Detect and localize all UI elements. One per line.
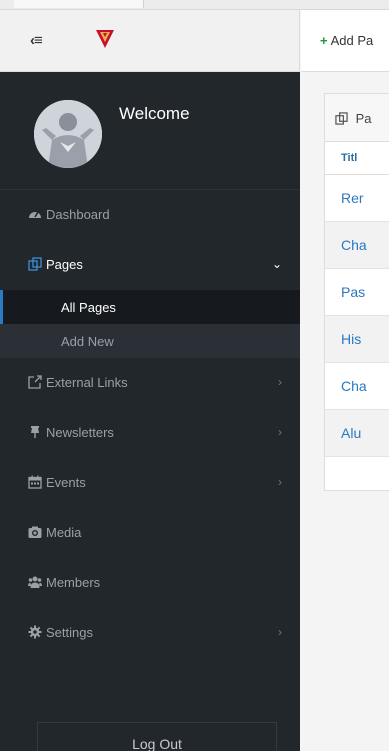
sidebar-item-label: External Links bbox=[46, 375, 128, 390]
logout-button[interactable]: Log Out bbox=[37, 722, 277, 751]
avatar[interactable] bbox=[34, 100, 102, 168]
submenu-item-label: Add New bbox=[61, 334, 114, 349]
sidebar-item-media[interactable]: Media bbox=[0, 508, 300, 558]
external-link-icon bbox=[28, 375, 42, 389]
sidebar: Welcome Dashboard Pages ⌄ All Pages Add … bbox=[0, 72, 300, 751]
sidebar-item-label: Newsletters bbox=[46, 425, 114, 440]
sidebar-item-label: Media bbox=[46, 525, 82, 540]
panel-heading: Pa bbox=[325, 94, 389, 142]
chevron-right-icon: › bbox=[278, 475, 282, 489]
welcome-text: Welcome bbox=[119, 104, 190, 123]
plus-icon: + bbox=[320, 33, 328, 48]
sidebar-item-label: Dashboard bbox=[46, 207, 110, 222]
user-profile: Welcome bbox=[0, 72, 300, 190]
table-row[interactable]: Cha bbox=[325, 363, 389, 410]
sidebar-menu: Dashboard Pages ⌄ All Pages Add New Exte… bbox=[0, 190, 300, 658]
add-page-label: Add Pa bbox=[330, 33, 374, 48]
sidebar-header: ‹≡ bbox=[0, 10, 300, 72]
main-content: Pa Titl Rer Cha Pas His Cha Alu bbox=[301, 72, 389, 751]
column-header-title[interactable]: Titl bbox=[325, 142, 389, 175]
sidebar-item-events[interactable]: Events › bbox=[0, 458, 300, 508]
sidebar-item-label: Events bbox=[46, 475, 86, 490]
sidebar-item-label: Members bbox=[46, 575, 101, 590]
camera-icon bbox=[28, 525, 42, 539]
panel-title: Pa bbox=[355, 111, 372, 126]
sidebar-item-label: Pages bbox=[46, 257, 83, 272]
table-row[interactable]: Cha bbox=[325, 222, 389, 269]
table-row[interactable]: Alu bbox=[325, 410, 389, 457]
sidebar-item-newsletters[interactable]: Newsletters › bbox=[0, 408, 300, 458]
top-bar: + Add Pa bbox=[301, 10, 389, 72]
sidebar-item-members[interactable]: Members bbox=[0, 558, 300, 608]
sidebar-item-label: Settings bbox=[46, 625, 93, 640]
gear-icon bbox=[28, 625, 42, 639]
chevron-right-icon: › bbox=[278, 625, 282, 639]
browser-tab[interactable] bbox=[14, 0, 144, 8]
browser-tab-strip bbox=[0, 0, 389, 10]
sidebar-item-external-links[interactable]: External Links › bbox=[0, 358, 300, 408]
chevron-down-icon: ⌄ bbox=[271, 257, 282, 271]
submenu-item-label: All Pages bbox=[61, 300, 116, 315]
submenu-item-all-pages[interactable]: All Pages bbox=[0, 290, 300, 324]
sidebar-item-settings[interactable]: Settings › bbox=[0, 608, 300, 658]
table-row[interactable]: Pas bbox=[325, 269, 389, 316]
pin-icon bbox=[28, 425, 42, 439]
shield-logo-icon[interactable] bbox=[95, 28, 115, 55]
chevron-right-icon: › bbox=[278, 375, 282, 389]
pages-panel: Pa Titl Rer Cha Pas His Cha Alu bbox=[324, 93, 389, 491]
sidebar-item-pages[interactable]: Pages ⌄ bbox=[0, 240, 300, 290]
table-row[interactable]: His bbox=[325, 316, 389, 363]
submenu-item-add-new[interactable]: Add New bbox=[0, 324, 300, 358]
table-row[interactable]: Rer bbox=[325, 175, 389, 222]
sidebar-item-dashboard[interactable]: Dashboard bbox=[0, 190, 300, 240]
calendar-icon bbox=[28, 475, 42, 489]
pages-icon bbox=[335, 111, 356, 126]
chevron-right-icon: › bbox=[278, 425, 282, 439]
sidebar-collapse-icon[interactable]: ‹≡ bbox=[30, 32, 43, 49]
pages-icon bbox=[28, 257, 42, 271]
users-icon bbox=[28, 575, 42, 589]
add-page-button[interactable]: + Add Pa bbox=[320, 33, 373, 48]
dashboard-icon bbox=[28, 207, 42, 221]
